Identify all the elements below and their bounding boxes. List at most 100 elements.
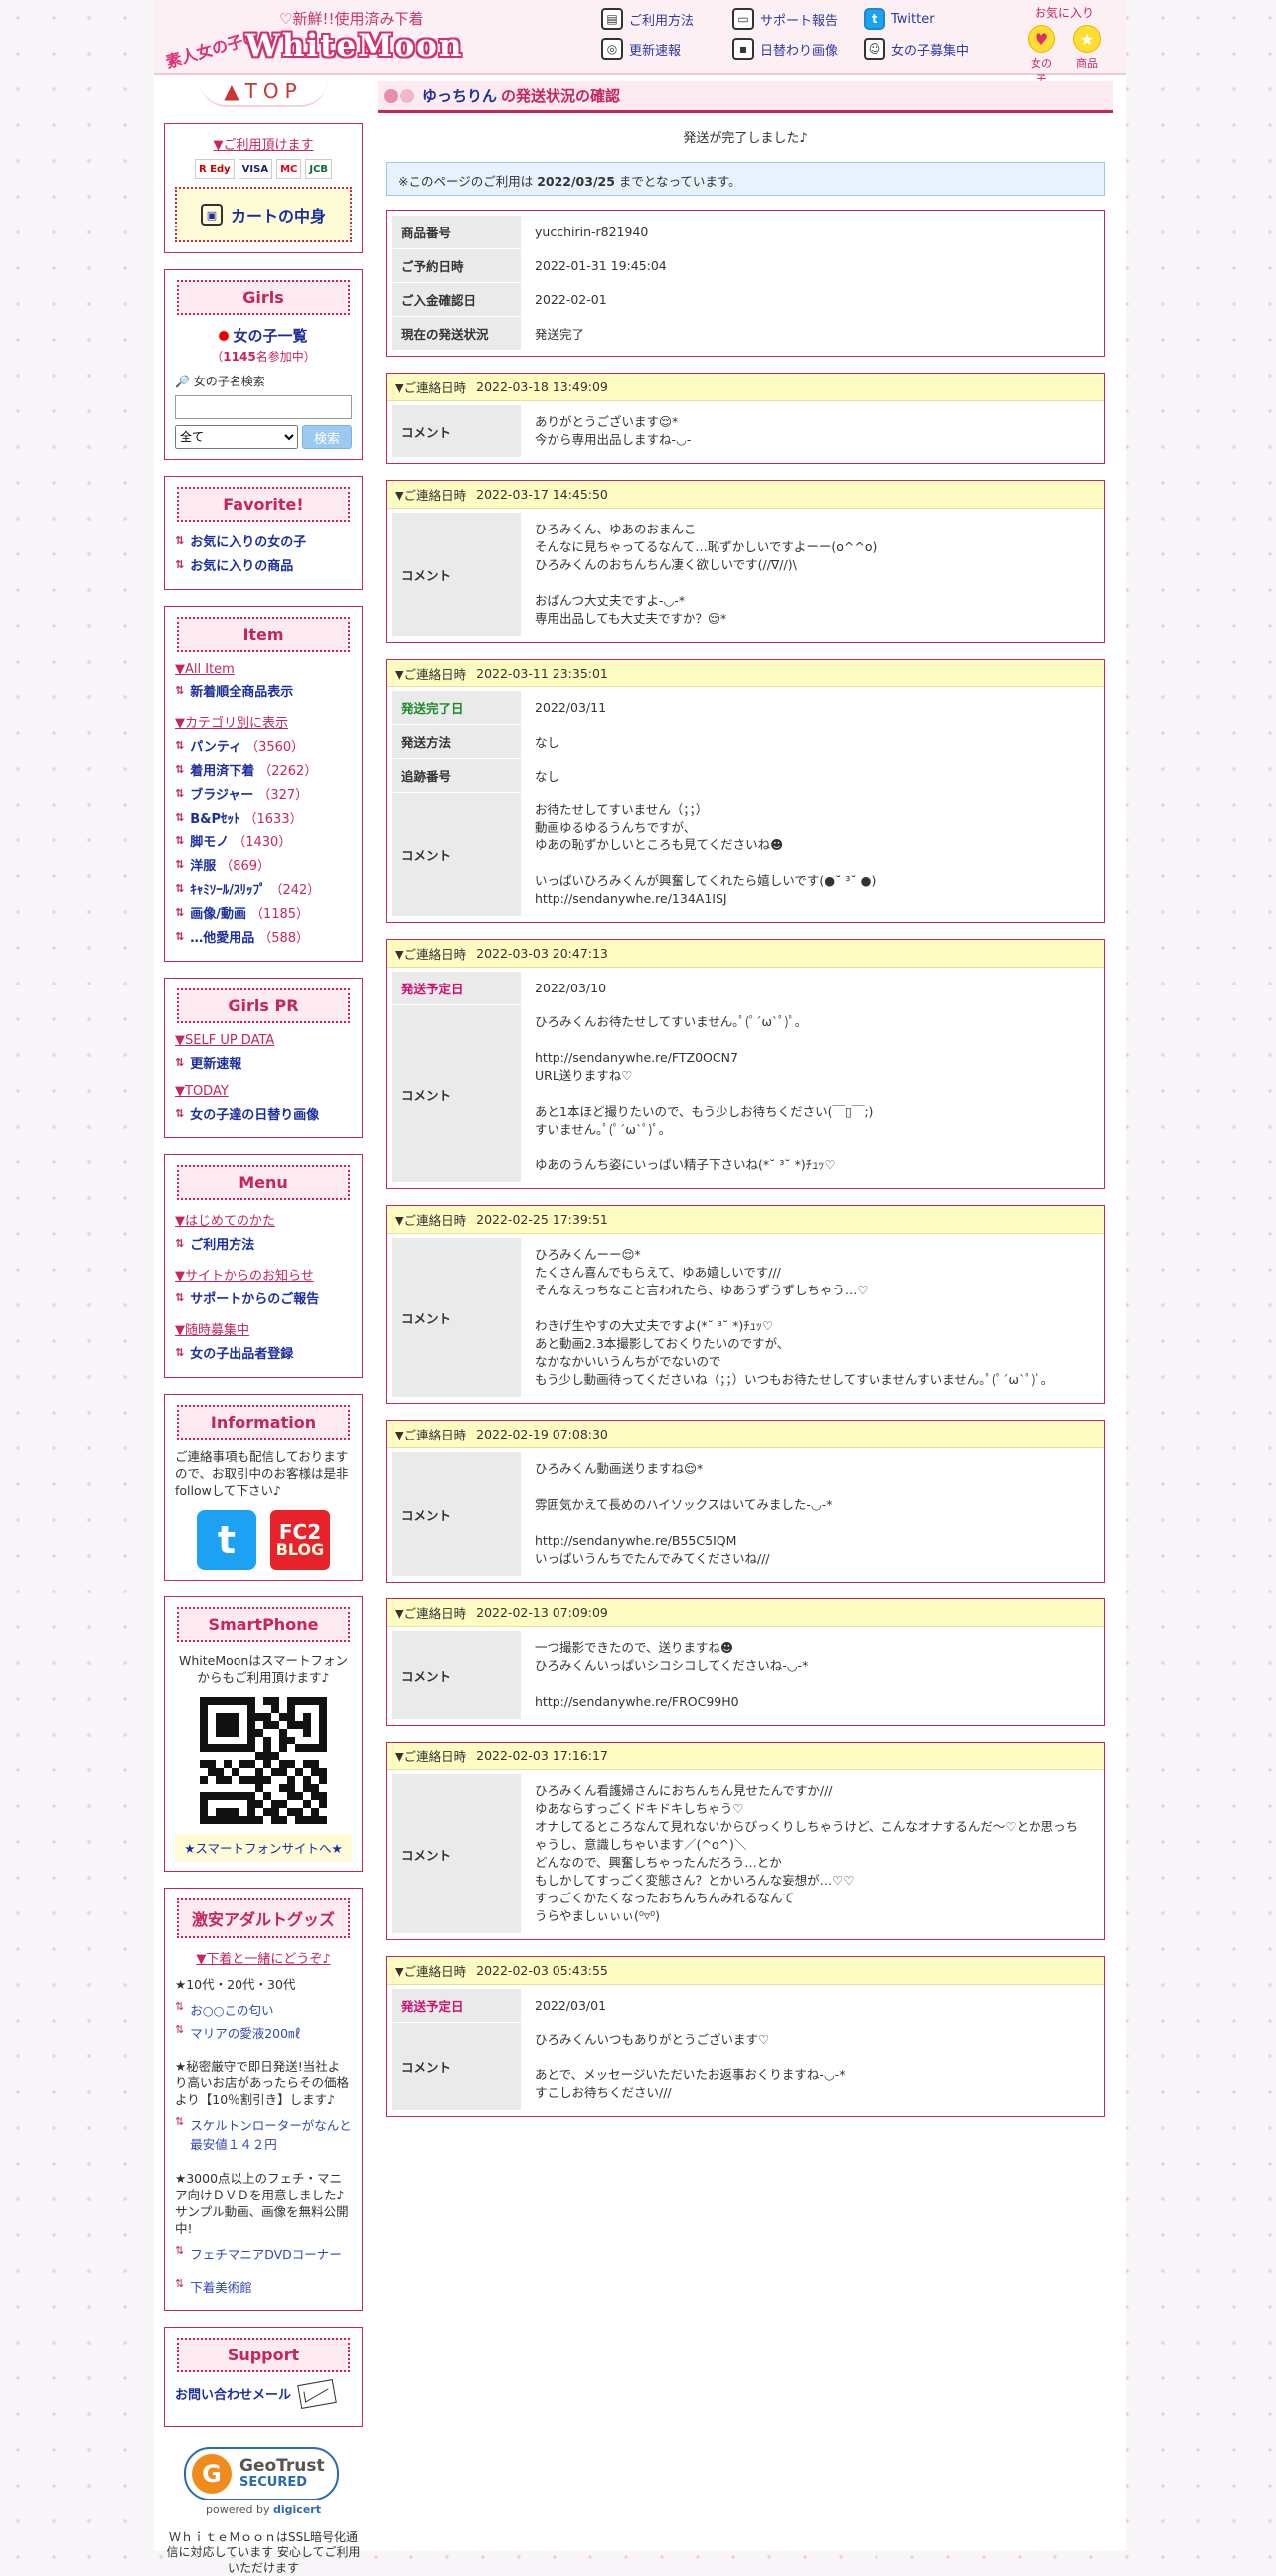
adult-link[interactable]: ⇅ お○○この匂い <box>175 2000 352 2019</box>
bullet-icon: ⇅ <box>175 882 185 895</box>
category-select[interactable]: 全て <box>175 425 298 449</box>
category-count: （588） <box>258 931 310 946</box>
adult-link[interactable]: ⇅ 下着美術館 <box>175 2277 352 2296</box>
contact-entry: ▼ご連絡日時 2022-02-13 07:09:09 コメント 一つ撮影できたので、送… <box>386 1598 1105 1726</box>
favorite-girls-link[interactable]: ⇅ お気に入りの女の子 <box>175 531 352 550</box>
nav-camera-link[interactable]: ◎ 更新速報 <box>601 38 681 60</box>
comment-label: コメント <box>392 793 521 916</box>
bullet-icon: ⇅ <box>175 1056 185 1069</box>
cart-button[interactable]: ▣ カートの中身 <box>175 187 352 242</box>
category-heading: ▼カテゴリ別に表示 <box>175 716 288 731</box>
link-label: 更新速報 <box>190 1057 242 1072</box>
contact-date: 2022-02-03 05:43:55 <box>476 1963 608 1978</box>
shipping-label: 発送予定日 <box>392 972 521 1004</box>
comment-label: コメント <box>392 405 521 457</box>
laptop-icon: ▭ <box>732 8 754 30</box>
adult-link[interactable]: ⇅ フェチマニアDVDコーナー <box>175 2244 352 2263</box>
new-arrivals-link[interactable]: ⇅ 新着順全商品表示 <box>175 682 352 700</box>
twitter-icon[interactable]: t <box>197 1509 256 1570</box>
girls-list-link[interactable]: 女の子一覧 <box>175 325 352 346</box>
fc2-blog-icon[interactable]: FC2 BLOG <box>270 1509 330 1570</box>
adult-link[interactable]: ⇅ マリアの愛液200㎖ <box>175 2023 352 2042</box>
nav-person-link[interactable]: ☺ 女の子募集中 <box>864 38 969 60</box>
info-row: 現在の発送状況 発送完了 <box>392 317 1099 351</box>
today-heading[interactable]: ▼TODAY <box>175 1084 352 1099</box>
notice-suffix: までとなっています。 <box>614 174 741 189</box>
menu-box: Menu ▼はじめてのかた ⇅ ご利用方法 ▼サイトからのお知らせ ⇅ サポートから… <box>164 1154 363 1378</box>
shipping-value: なし <box>521 759 1099 792</box>
first-time-heading[interactable]: ▼はじめてのかた <box>175 1210 352 1229</box>
mail-icon <box>297 2378 337 2409</box>
contact-date: 2022-02-13 07:09:09 <box>476 1605 608 1620</box>
category-link[interactable]: ⇅ 洋服 （869） <box>175 855 352 874</box>
adult-link[interactable]: ⇅ スケルトンローターがなんと最安値１４２円 <box>175 2115 352 2153</box>
site-notice-heading[interactable]: ▼サイトからのお知らせ <box>175 1265 352 1284</box>
nav-laptop-link[interactable]: ▭ サポート報告 <box>732 8 838 30</box>
category-link[interactable]: ⇅ 着用済下着 （2262） <box>175 760 352 779</box>
daily-images-link[interactable]: ⇅ 女の子達の日替り画像 <box>175 1104 352 1123</box>
notice-prefix: ※このページのご利用は <box>399 174 538 189</box>
contact-label: ▼ご連絡日時 <box>395 947 467 962</box>
smartphone-box: SmartPhone WhiteMoonはスマートフォンからもご利用頂けます♪ … <box>164 1595 363 1872</box>
title-dots-icon <box>384 88 414 103</box>
category-link[interactable]: ⇅ …他愛用品 （588） <box>175 927 352 946</box>
adult-goods-sub-link[interactable]: ▼下着と一緒にどうぞ♪ <box>175 1948 352 1967</box>
category-name: パンティ <box>190 740 242 755</box>
nav-book-link[interactable]: ▤ ご利用方法 <box>601 8 694 30</box>
category-link[interactable]: ⇅ 脚モノ （1430） <box>175 832 352 850</box>
category-link[interactable]: ⇅ B&Pｾｯﾄ （1633） <box>175 808 352 827</box>
category-link[interactable]: ⇅ ブラジャー （327） <box>175 784 352 803</box>
shipping-value: 2022/03/10 <box>521 972 1099 1004</box>
link-label: 女の子達の日替り画像 <box>190 1108 320 1123</box>
contact-label: ▼ご連絡日時 <box>395 1606 467 1621</box>
adult-goods-box: 激安アダルトグッズ ▼下着と一緒にどうぞ♪ ★10代・20代・30代 ⇅ お○○こ… <box>164 1887 363 2311</box>
bullet-icon: ⇅ <box>175 558 185 571</box>
comment-row: コメント ひろみくんいつもありがとうございます♡ あとで、メッセージいただいたお返… <box>392 2023 1099 2111</box>
self-update-heading[interactable]: ▼SELF UP DATA <box>175 1033 352 1048</box>
top-button[interactable]: ▲TOP <box>199 79 328 107</box>
category-link[interactable]: ⇅ 画像/動画 （1185） <box>175 903 352 922</box>
favorite-girls-button[interactable]: ♥ 女の子 <box>1027 25 1056 86</box>
contact-header: ▼ご連絡日時 2022-03-03 20:47:13 <box>387 940 1104 968</box>
bullet-icon: ⇅ <box>175 2115 185 2129</box>
comment-text: ひろみくんお待たせしてすいません｡ﾟ(ﾟ´ω`ﾟ)ﾟ｡ http://senda… <box>535 1014 874 1172</box>
nav-floppy-link[interactable]: ▪ 日替わり画像 <box>732 38 838 60</box>
ssl-text: ＷｈｉｔｅＭｏｏｎはSSL暗号化通信に対応しています 安心してご利用いただけます <box>166 2529 361 2575</box>
category-link[interactable]: ⇅ ｷｬﾐｿｰﾙ/ｽﾘｯﾌﾟ （242） <box>175 879 352 898</box>
recruiting-heading[interactable]: ▼随時募集中 <box>175 1319 352 1338</box>
seller-registration-link[interactable]: ⇅ 女の子出品者登録 <box>175 1343 352 1362</box>
link-label: 下着美術館 <box>190 2279 252 2295</box>
comment-list: ▼ご連絡日時 2022-03-18 13:49:09 コメント ありがとうございます😌… <box>378 373 1113 2117</box>
link-label: ご利用方法 <box>190 1238 255 1253</box>
information-text: ご連絡事項も配信しておりますので、お取引中のお客様は是非followして下さい♪ <box>175 1449 349 1498</box>
comment-row: コメント ひろみくんお待たせしてすいません｡ﾟ(ﾟ´ω`ﾟ)ﾟ｡ http://s… <box>392 1005 1099 1183</box>
shipping-row: 発送予定日 2022/03/10 <box>392 972 1099 1005</box>
how-to-use-link[interactable]: ⇅ ご利用方法 <box>175 1234 352 1253</box>
info-label: ご入金確認日 <box>392 283 521 316</box>
bullet-icon: ⇅ <box>175 858 185 871</box>
support-report-link[interactable]: ⇅ サポートからのご報告 <box>175 1288 352 1307</box>
girl-name: ゆっちりん <box>422 87 498 105</box>
girl-name-search-input[interactable] <box>175 395 352 419</box>
shipping-row: 発送完了日 2022/03/11 <box>392 691 1099 725</box>
nav-label: サポート報告 <box>760 13 839 29</box>
contact-mail-link[interactable]: お問い合わせメール <box>175 2378 352 2409</box>
site-logo[interactable]: 素人女の子の WhiteMoon <box>164 22 502 72</box>
category-link[interactable]: ⇅ パンティ （3560） <box>175 736 352 755</box>
smartphone-site-link[interactable]: ★スマートフォンサイトへ★ <box>175 1833 352 1861</box>
nav-twitter-link[interactable]: t Twitter <box>864 8 935 30</box>
contact-header: ▼ご連絡日時 2022-02-25 17:39:51 <box>387 1206 1104 1234</box>
contact-label: ▼ご連絡日時 <box>395 380 467 395</box>
favorite-items-label: 商品 <box>1076 57 1098 70</box>
geotrust-seal[interactable]: G GeoTrust SECURED powered by digicert <box>184 2446 343 2522</box>
category-count: （1633） <box>243 812 303 827</box>
all-item-link[interactable]: ▼All Item <box>175 662 352 677</box>
favorite-items-button[interactable]: ★ 商品 <box>1072 25 1102 86</box>
contact-date: 2022-03-11 23:35:01 <box>476 666 608 681</box>
update-news-link[interactable]: ⇅ 更新速報 <box>175 1053 352 1072</box>
search-button[interactable]: 検索 <box>302 425 352 449</box>
comment-text: お待たせしてすいません（；；） 動画ゆるゆるうんちですが、 ゆあの恥ずかしいとこ… <box>535 802 877 906</box>
bullet-icon: ⇅ <box>175 787 185 800</box>
contact-header: ▼ご連絡日時 2022-02-03 05:43:55 <box>387 1957 1104 1985</box>
favorite-items-link[interactable]: ⇅ お気に入りの商品 <box>175 555 352 574</box>
